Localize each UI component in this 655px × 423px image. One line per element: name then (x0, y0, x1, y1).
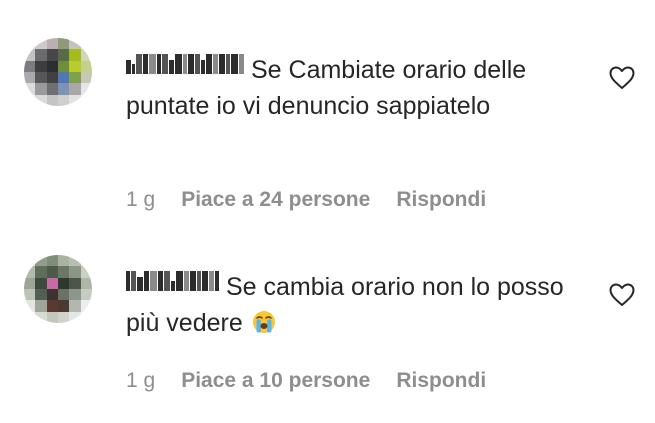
avatar-pixel (80, 255, 92, 267)
avatar-pixel (35, 49, 47, 61)
avatar[interactable] (24, 38, 92, 106)
avatar-pixel (69, 311, 81, 323)
avatar-pixel (80, 288, 92, 301)
avatar-pixel (80, 94, 92, 106)
avatar-pixel (80, 49, 92, 61)
avatar-pixel (80, 83, 92, 95)
avatar-pixel (69, 255, 81, 267)
avatar-pixel (46, 288, 58, 301)
avatar-pixel (46, 266, 58, 278)
like-heart-icon[interactable] (609, 66, 635, 90)
avatar-pixel (57, 277, 70, 289)
avatar-pixel (35, 83, 47, 95)
avatar-pixel (46, 255, 58, 267)
comment-item: Se Cambiate orario delle puntate io vi d… (0, 0, 655, 220)
avatar-pixel (46, 60, 58, 72)
username-pixelated[interactable] (126, 54, 245, 74)
avatar-pixel (35, 311, 47, 323)
avatar-pixel (57, 49, 70, 61)
avatar-pixel (57, 311, 70, 323)
comment-text-block: Se cambia orario non lo posso più vedere (126, 269, 596, 341)
avatar-pixel (80, 300, 92, 312)
avatar-pixel (24, 49, 36, 61)
avatar-pixel (57, 94, 70, 106)
avatar-pixel (35, 255, 47, 267)
likes-count-link[interactable]: Piace a 10 persone (181, 369, 370, 393)
avatar-pixel (80, 60, 92, 72)
avatar-pixel (57, 83, 70, 95)
avatar-pixel (35, 277, 47, 289)
avatar-pixel (35, 288, 47, 301)
avatar-pixel (35, 94, 47, 106)
avatar-pixel (80, 277, 92, 289)
avatar-pixel (24, 38, 36, 50)
avatar-pixel (46, 38, 58, 50)
avatar-pixel (57, 60, 70, 72)
avatar-pixel (35, 71, 47, 84)
avatar-pixel (35, 300, 47, 312)
avatar[interactable] (24, 255, 92, 323)
avatar-pixel (69, 277, 81, 289)
comment-time: 1 g (126, 188, 156, 211)
comment-meta: 1 g Piace a 24 persone Rispondi (126, 188, 486, 212)
avatar-pixel (69, 38, 81, 50)
avatar-pixel (57, 255, 70, 267)
avatar-pixel (69, 71, 81, 84)
avatar-pixel (57, 300, 70, 312)
avatar-pixel (57, 71, 70, 84)
avatar-pixel (46, 49, 58, 61)
comment-item: Se cambia orario non lo posso più vedere… (0, 220, 655, 423)
avatar-pixel (24, 311, 36, 323)
avatar-pixel (80, 266, 92, 278)
avatar-pixel (69, 60, 81, 72)
avatar-pixel (35, 60, 47, 72)
avatar-pixel (46, 277, 58, 289)
avatar-pixel (46, 83, 58, 95)
likes-count-link[interactable]: Piace a 24 persone (181, 188, 370, 212)
reply-button[interactable]: Rispondi (396, 369, 486, 393)
avatar-pixel (69, 94, 81, 106)
avatar-pixel (69, 300, 81, 312)
avatar-pixel (69, 49, 81, 61)
avatar-pixel (24, 94, 36, 106)
avatar-pixel (80, 71, 92, 84)
comment-meta: 1 g Piace a 10 persone Rispondi (126, 369, 486, 393)
avatar-pixel (69, 83, 81, 95)
avatar-pixel (69, 288, 81, 301)
avatar-pixel (46, 300, 58, 312)
avatar-pixel (35, 38, 47, 50)
avatar-pixel (24, 255, 36, 267)
avatar-pixel (80, 38, 92, 50)
avatar-pixel (24, 288, 36, 301)
avatar-pixel (46, 94, 58, 106)
avatar-pixel (46, 311, 58, 323)
avatar-pixel (24, 71, 36, 84)
like-heart-icon[interactable] (609, 283, 635, 307)
avatar-pixel (46, 71, 58, 84)
username-pixelated[interactable] (126, 271, 220, 291)
avatar-pixel (57, 288, 70, 301)
avatar-pixel (24, 60, 36, 72)
avatar-pixel (24, 277, 36, 289)
avatar-pixel (24, 266, 36, 278)
avatar-pixel (24, 300, 36, 312)
avatar-pixel (80, 311, 92, 323)
avatar-pixel (57, 38, 70, 50)
comment-text-block: Se Cambiate orario delle puntate io vi d… (126, 52, 596, 124)
reply-button[interactable]: Rispondi (396, 188, 486, 212)
avatar-pixel (35, 266, 47, 278)
avatar-pixel (69, 266, 81, 278)
loudly-crying-face-icon (252, 311, 275, 333)
avatar-pixel (24, 83, 36, 95)
avatar-pixel (57, 266, 70, 278)
comment-time: 1 g (126, 369, 156, 392)
